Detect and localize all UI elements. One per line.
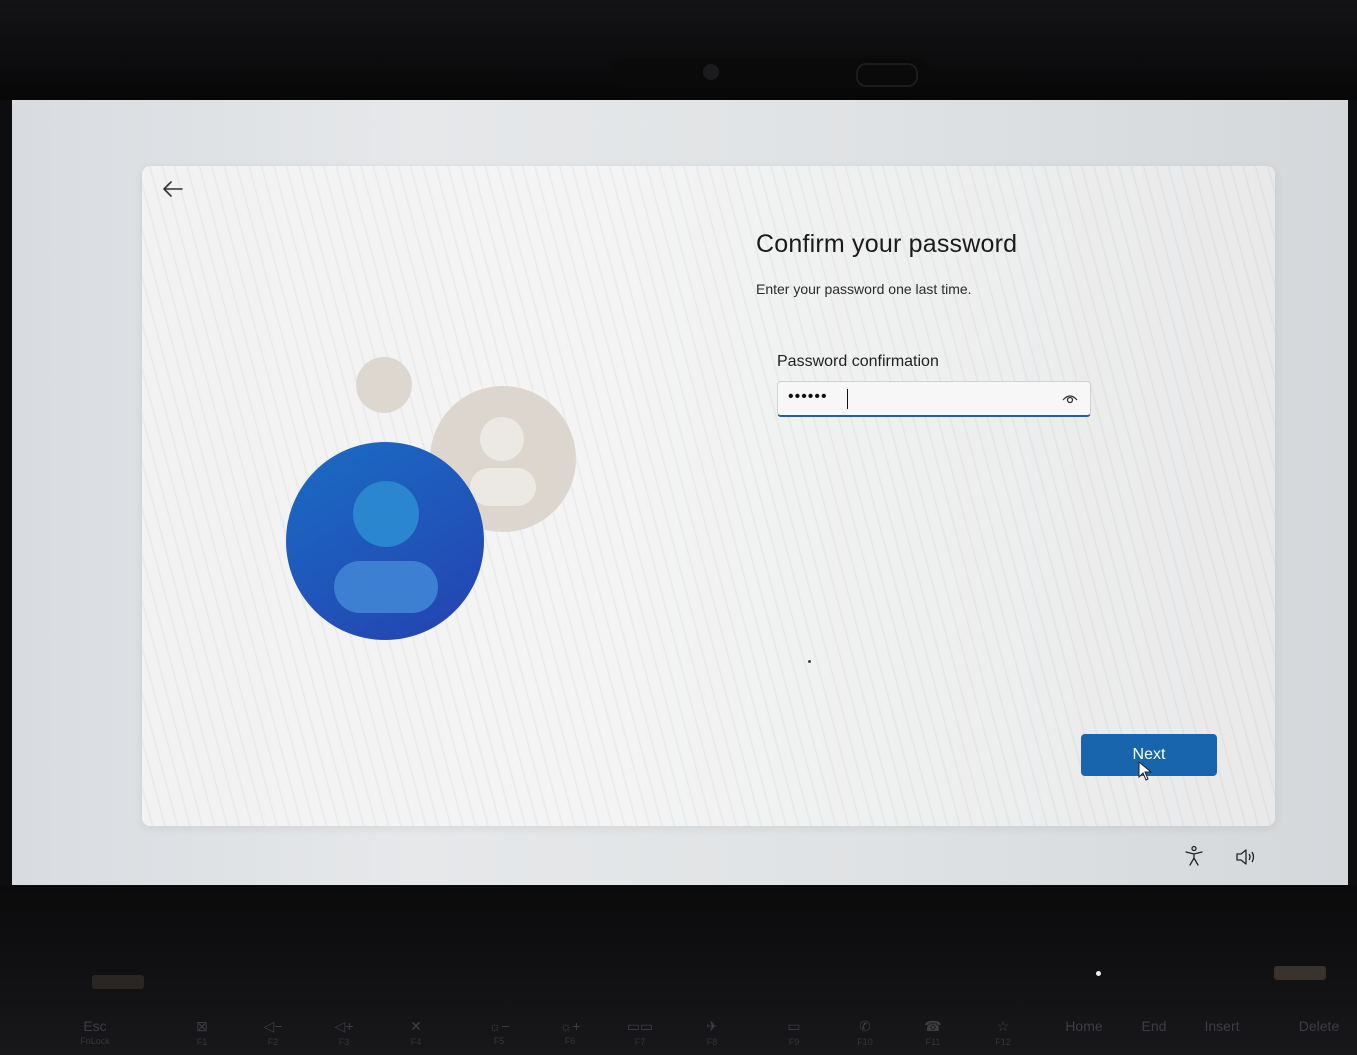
- key-f8: ✈ F8: [706, 1018, 718, 1047]
- screen-dust: [808, 660, 811, 663]
- arrow-left-icon: [162, 180, 184, 203]
- eye-icon: [1061, 391, 1079, 410]
- back-button[interactable]: [156, 174, 190, 208]
- key-home: Home: [1065, 1018, 1103, 1034]
- password-value: ••••••: [788, 388, 828, 405]
- page-subtitle: Enter your password one last time.: [756, 281, 972, 297]
- key-f5: ☼− F5: [488, 1018, 510, 1046]
- password-confirmation-input[interactable]: ••••••: [777, 381, 1091, 417]
- key-end: End: [1141, 1018, 1167, 1034]
- webcam: [703, 64, 719, 80]
- key-f4: ✕ F4: [410, 1018, 422, 1047]
- reveal-password-button[interactable]: [1060, 390, 1080, 410]
- screen: Confirm your password Enter your passwor…: [12, 100, 1348, 885]
- key-esc: Esc FnLock: [80, 1018, 110, 1046]
- laptop-bezel: [0, 0, 1357, 100]
- page-title: Confirm your password: [756, 230, 1018, 258]
- account-illustration: [282, 351, 582, 651]
- mouse-pointer-icon: [1138, 760, 1154, 788]
- key-f11: ☎ F11: [924, 1018, 942, 1047]
- key-f2: ◁− F2: [263, 1018, 283, 1047]
- key-f9: ▭ F9: [787, 1018, 801, 1047]
- power-led: [1096, 971, 1101, 976]
- key-f10: ✆ F10: [857, 1018, 873, 1047]
- key-f1: ⊠ F1: [196, 1018, 208, 1047]
- text-caret: [847, 389, 848, 409]
- hinge-left: [92, 975, 144, 989]
- key-delete: Delete: [1298, 1018, 1340, 1034]
- key-f6: ☼+ F6: [559, 1018, 581, 1046]
- privacy-shutter: [856, 63, 918, 87]
- key-f3: ◁+ F3: [334, 1018, 354, 1047]
- hinge-right: [1274, 966, 1326, 980]
- password-confirmation-label: Password confirmation: [777, 353, 939, 370]
- key-insert: Insert: [1204, 1018, 1240, 1034]
- key-f7: ▭▭ F7: [626, 1018, 654, 1047]
- volume-icon[interactable]: [1234, 846, 1258, 868]
- key-f12: ☆ F12: [995, 1018, 1011, 1047]
- accessibility-icon[interactable]: [1183, 845, 1205, 867]
- oobe-dialog: Confirm your password Enter your passwor…: [142, 166, 1275, 826]
